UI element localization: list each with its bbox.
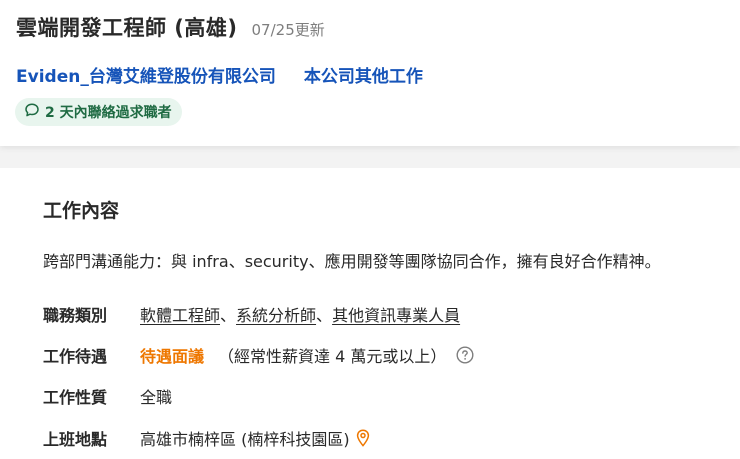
category-link-system-analyst[interactable]: 系統分析師 — [236, 306, 316, 325]
location-row: 上班地點 高雄市楠梓區 (楠梓科技園區) — [43, 426, 370, 450]
job-header: 雲端開發工程師 (高雄) 07/25更新 Eviden_台灣艾維登股份有限公司 … — [0, 0, 740, 146]
salary-note: （經常性薪資達 4 萬元或以上） — [218, 347, 447, 366]
job-content: 工作內容 跨部門溝通能力：與 infra、security、應用開發等團隊協同合… — [0, 168, 740, 459]
map-pin-icon[interactable] — [356, 429, 370, 447]
category-separator: 、 — [220, 306, 237, 325]
location-value: 高雄市楠梓區 (楠梓科技園區) — [140, 430, 350, 449]
company-row: Eviden_台灣艾維登股份有限公司 本公司其他工作 — [16, 62, 423, 87]
salary-row: 工作待遇 待遇面議 （經常性薪資達 4 萬元或以上） — [43, 343, 474, 367]
section-title: 工作內容 — [43, 200, 120, 222]
category-row: 職務類別 軟體工程師、系統分析師、其他資訊專業人員 — [43, 302, 460, 326]
salary-value: 待遇面議 — [140, 347, 205, 366]
category-label: 職務類別 — [43, 306, 108, 325]
job-type-row: 工作性質 全職 — [43, 384, 172, 408]
location-label: 上班地點 — [43, 430, 108, 449]
company-name-link[interactable]: Eviden_台灣艾維登股份有限公司 — [16, 62, 276, 87]
category-link-software-engineer[interactable]: 軟體工程師 — [140, 306, 220, 325]
contact-badge-text: 2 天內聯絡過求職者 — [45, 105, 172, 121]
job-description: 跨部門溝通能力：與 infra、security、應用開發等團隊協同合作，擁有良… — [43, 252, 661, 271]
category-link-other-it[interactable]: 其他資訊專業人員 — [332, 306, 460, 325]
contact-badge: 2 天內聯絡過求職者 — [15, 98, 182, 126]
category-separator: 、 — [316, 306, 333, 325]
updated-date: 07/25更新 — [251, 21, 325, 39]
job-type-value: 全職 — [140, 388, 173, 407]
chat-bubble-icon — [24, 102, 45, 122]
title-row: 雲端開發工程師 (高雄) 07/25更新 — [16, 12, 325, 42]
salary-label: 工作待遇 — [43, 347, 108, 366]
job-type-label: 工作性質 — [43, 388, 108, 407]
job-title: 雲端開發工程師 (高雄) — [16, 16, 238, 40]
other-jobs-link[interactable]: 本公司其他工作 — [304, 62, 423, 87]
question-circle-icon[interactable] — [456, 346, 474, 364]
